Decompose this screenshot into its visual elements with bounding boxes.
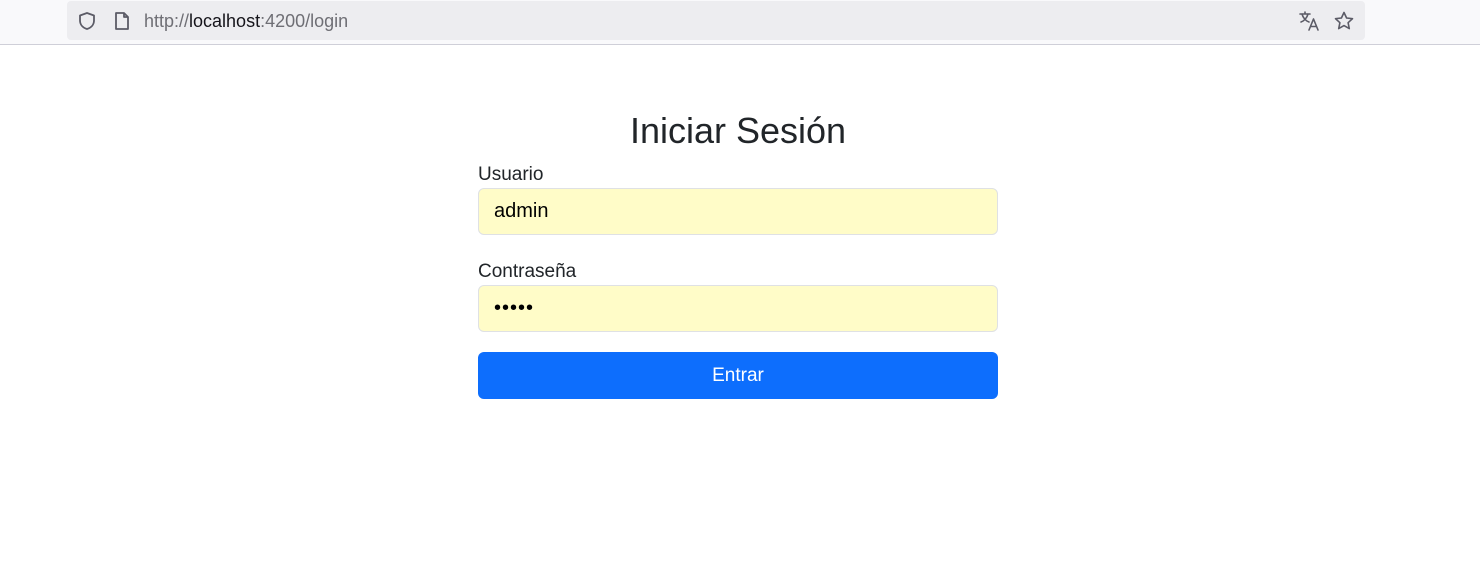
page-title: Iniciar Sesión	[629, 110, 847, 151]
shield-icon[interactable]	[76, 10, 98, 32]
password-input[interactable]	[478, 285, 998, 332]
translate-icon[interactable]	[1298, 10, 1320, 32]
username-label: Usuario	[478, 164, 544, 185]
url-host: localhost	[189, 11, 261, 31]
password-label: Contraseña	[478, 261, 577, 282]
star-icon[interactable]	[1333, 10, 1355, 32]
url-path: :4200/login	[260, 11, 349, 31]
url-scheme: http://	[144, 11, 190, 31]
browser-toolbar: http://localhost:4200/login	[0, 0, 1480, 45]
login-button[interactable]: Entrar	[478, 352, 998, 399]
url-text[interactable]: http://localhost:4200/login	[144, 10, 348, 32]
address-bar[interactable]: http://localhost:4200/login	[67, 1, 1365, 40]
page-icon[interactable]	[111, 10, 133, 32]
username-input[interactable]	[478, 188, 998, 235]
